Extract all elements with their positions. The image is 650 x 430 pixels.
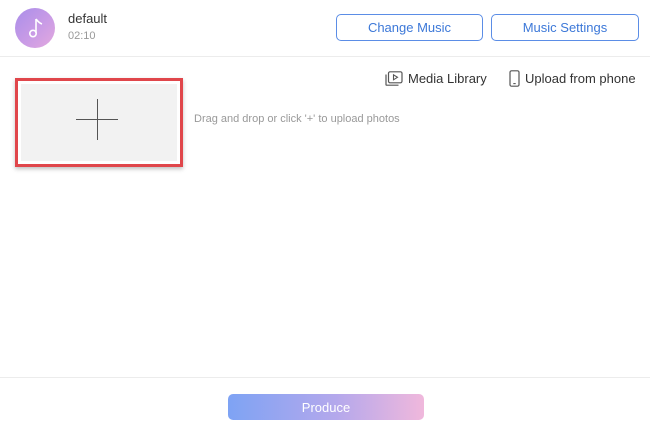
upload-from-phone-label: Upload from phone bbox=[525, 70, 636, 86]
media-library-label: Media Library bbox=[408, 70, 487, 86]
music-settings-button[interactable]: Music Settings bbox=[491, 14, 639, 41]
add-photo-tile[interactable] bbox=[21, 84, 177, 161]
media-library-icon bbox=[385, 70, 403, 86]
music-title: default bbox=[68, 11, 108, 26]
music-thumbnail[interactable] bbox=[15, 8, 55, 48]
media-library-link[interactable]: Media Library bbox=[385, 69, 487, 87]
music-header-bar: default 02:10 Change Music Music Setting… bbox=[0, 0, 650, 57]
upload-from-phone-link[interactable]: Upload from phone bbox=[509, 69, 636, 87]
plus-icon-vertical[interactable] bbox=[97, 99, 98, 140]
change-music-button[interactable]: Change Music bbox=[336, 14, 483, 41]
produce-button[interactable]: Produce bbox=[228, 394, 424, 420]
music-duration: 02:10 bbox=[68, 30, 96, 42]
music-note-icon bbox=[29, 18, 43, 38]
photo-video-maker-page: default 02:10 Change Music Music Setting… bbox=[0, 0, 650, 430]
upload-hint-text: Drag and drop or click '+' to upload pho… bbox=[194, 113, 400, 125]
phone-icon bbox=[509, 69, 520, 87]
